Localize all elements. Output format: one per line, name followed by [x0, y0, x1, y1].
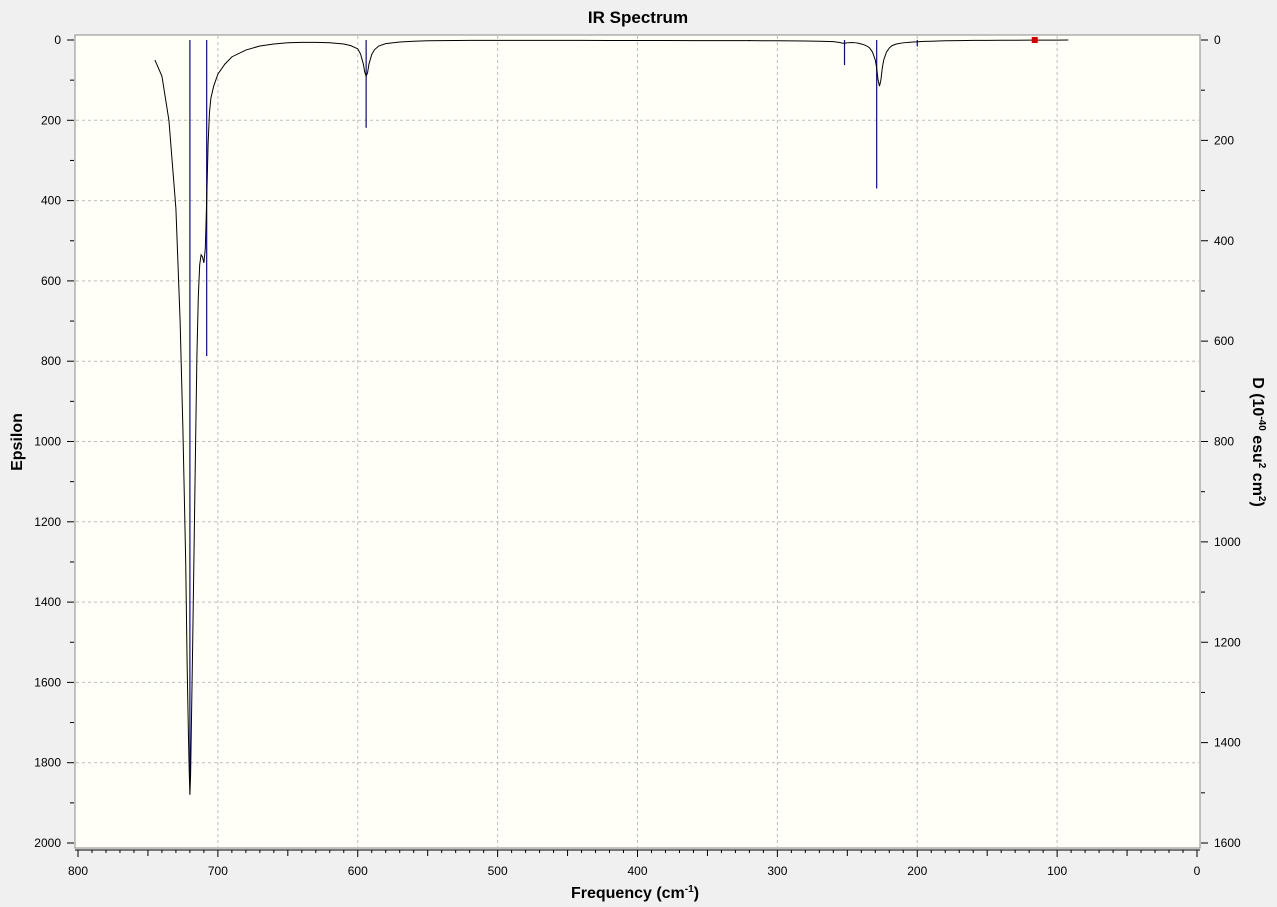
x-axis-title-base: Frequency (cm: [571, 885, 685, 902]
y-right-tick-label: 1400: [1214, 736, 1241, 750]
y-left-tick-label: 2000: [34, 836, 61, 850]
y-axis-right-title: D (10-40 esu2 cm2): [1249, 377, 1267, 507]
marker-point: [1031, 37, 1038, 43]
y-left-tick-label: 1200: [34, 515, 61, 529]
y-right-tick-label: 1000: [1214, 535, 1241, 549]
y-axis-right-title-sup1: -40: [1256, 416, 1267, 431]
ir-spectrum-chart: 800 700 600 500 400 300 200 100 0020040060080010…: [9, 8, 1267, 902]
y-right-tick-label: 1200: [1214, 635, 1241, 649]
y-right-tick-label: 0: [1214, 33, 1221, 47]
chart-title: IR Spectrum: [588, 8, 688, 27]
y-right-tick-label: 200: [1214, 133, 1234, 147]
x-tick-label: 800: [68, 864, 88, 878]
y-left-tick-label: 200: [41, 113, 61, 127]
x-tick-label: 700: [208, 864, 228, 878]
x-tick-label: 500: [488, 864, 508, 878]
y-left-tick-label: 1000: [34, 435, 61, 449]
y-axis-left-title: Epsilon: [9, 413, 26, 471]
y-left-tick-label: 1600: [34, 675, 61, 689]
y-right-tick-label: 1600: [1214, 836, 1241, 850]
y-axis-right-title-a: D (10: [1249, 377, 1266, 416]
y-left-tick-label: 1800: [34, 756, 61, 770]
x-tick-label: 600: [348, 864, 368, 878]
y-right-tick-label: 400: [1214, 234, 1234, 248]
x-tick-label: 200: [907, 864, 927, 878]
y-left-tick-label: 400: [41, 194, 61, 208]
x-axis-title-tail: ): [694, 885, 699, 902]
y-left-tick-label: 600: [41, 274, 61, 288]
y-left-tick-label: 1400: [34, 595, 61, 609]
y-left-tick-label: 0: [54, 33, 61, 47]
y-axis-right-title-b: esu: [1249, 431, 1266, 463]
x-tick-label: 0: [1194, 864, 1201, 878]
x-tick-label: 400: [627, 864, 647, 878]
marker-layer: [1031, 37, 1038, 43]
x-axis-title: Frequency (cm-1): [571, 884, 699, 902]
y-right-tick-label: 800: [1214, 435, 1234, 449]
y-right-tick-label: 600: [1214, 334, 1234, 348]
y-axis-right-title-d: ): [1249, 501, 1266, 506]
y-axis-right-title-c: cm: [1249, 468, 1266, 496]
x-tick-label: 100: [1047, 864, 1067, 878]
y-left-tick-label: 800: [41, 354, 61, 368]
x-tick-label: 300: [767, 864, 787, 878]
